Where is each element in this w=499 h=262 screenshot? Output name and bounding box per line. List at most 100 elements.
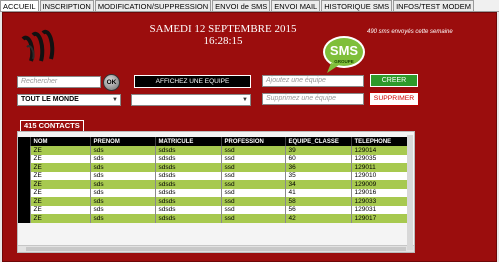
date-text: SAMEDI 12 SEPTEMBRE 2015 xyxy=(149,23,297,35)
table-cell: 56 xyxy=(285,205,352,214)
table-cell: 42 xyxy=(285,214,352,223)
table-header-row: NOM PRENOM MATRICULE PROFESSION EQUIPE_C… xyxy=(18,137,413,146)
row-selector[interactable] xyxy=(18,214,31,223)
table-row[interactable]: ZE sds sdsds ssd 60 129035 xyxy=(18,154,413,163)
row-selector-header xyxy=(18,137,31,146)
table-cell: sds xyxy=(90,180,156,189)
table-cell: 129033 xyxy=(351,197,413,206)
supprimer-button[interactable]: SUPPRIMER xyxy=(369,92,419,106)
search-input[interactable]: Rechercher xyxy=(17,76,101,88)
horizontal-scrollbar-thumb[interactable] xyxy=(26,247,406,251)
tab-infos-test-modem[interactable]: INFOS/TEST MODEM xyxy=(393,0,474,11)
row-selector[interactable] xyxy=(18,154,31,163)
table-row[interactable]: ZE sds sdsds ssd 41 129016 xyxy=(18,188,413,197)
tab-inscription[interactable]: INSCRIPTION xyxy=(39,0,94,11)
row-selector[interactable] xyxy=(18,146,31,155)
table-cell: 129035 xyxy=(351,154,413,163)
table-row[interactable]: ZE sds sdsds ssd 42 129017 xyxy=(18,214,413,223)
table-cell: sdsds xyxy=(155,205,222,214)
add-team-input[interactable]: Ajoutez une équipe xyxy=(262,75,364,87)
table-row[interactable]: ZE sds sdsds ssd 56 129031 xyxy=(18,205,413,214)
row-selector[interactable] xyxy=(18,180,31,189)
table-cell: ZE xyxy=(30,154,91,163)
table-cell: ssd xyxy=(221,154,286,163)
table-cell: ZE xyxy=(30,163,91,172)
sms-logo-text: SMS xyxy=(330,43,359,58)
table-cell: sds xyxy=(90,214,156,223)
row-selector[interactable] xyxy=(18,205,31,214)
table-row[interactable]: ZE sds sdsds ssd 34 129009 xyxy=(18,180,413,189)
row-selector[interactable] xyxy=(18,171,31,180)
sms-count-caption: 490 sms envoyés cette semaine xyxy=(367,29,453,35)
vertical-scrollbar[interactable] xyxy=(407,135,413,250)
chevron-down-icon: ▼ xyxy=(112,97,118,103)
table-cell: sdsds xyxy=(155,146,222,155)
contacts-table: NOM PRENOM MATRICULE PROFESSION EQUIPE_C… xyxy=(18,137,413,223)
column-header[interactable]: EQUIPE_CLASSE xyxy=(285,137,352,146)
table-cell: sdsds xyxy=(155,214,222,223)
table-row[interactable]: ZE sds sdsds ssd 36 129011 xyxy=(18,163,413,172)
column-header[interactable]: TELEPHONE xyxy=(351,137,413,146)
team-select[interactable]: ▼ xyxy=(131,94,251,106)
table-cell: sdsds xyxy=(155,171,222,180)
table-cell: sds xyxy=(90,197,156,206)
creer-button[interactable]: CREER xyxy=(370,74,418,87)
table-cell: 129016 xyxy=(351,188,413,197)
contacts-grid[interactable]: NOM PRENOM MATRICULE PROFESSION EQUIPE_C… xyxy=(17,131,415,253)
table-cell: sds xyxy=(90,188,156,197)
tab-modification-suppression[interactable]: MODIFICATION/SUPPRESSION xyxy=(94,0,212,11)
table-cell: 39 xyxy=(285,146,352,155)
table-cell: sds xyxy=(90,171,156,180)
table-cell: 129010 xyxy=(351,171,413,180)
table-cell: ZE xyxy=(30,205,91,214)
column-header[interactable]: MATRICULE xyxy=(155,137,222,146)
table-row[interactable]: ZE sds sdsds ssd 39 129014 xyxy=(18,146,413,155)
table-cell: 129031 xyxy=(351,205,413,214)
audience-select[interactable]: TOUT LE MONDE ▼ xyxy=(17,94,121,106)
tab-envoi-sms[interactable]: ENVOI de SMS xyxy=(212,0,271,11)
audience-select-value: TOUT LE MONDE xyxy=(21,96,79,103)
afficher-equipe-button[interactable]: AFFICHEZ UNE EQUIPE xyxy=(134,75,251,88)
table-cell: 129009 xyxy=(351,180,413,189)
table-cell: sdsds xyxy=(155,180,222,189)
table-cell: 58 xyxy=(285,197,352,206)
table-cell: 60 xyxy=(285,154,352,163)
table-cell: 36 xyxy=(285,163,352,172)
table-cell: 35 xyxy=(285,171,352,180)
table-cell: ssd xyxy=(221,188,286,197)
table-cell: 129017 xyxy=(351,214,413,223)
table-row[interactable]: ZE sds sdsds ssd 35 129010 xyxy=(18,171,413,180)
table-cell: ZE xyxy=(30,146,91,155)
tab-accueil[interactable]: ACCUEIL xyxy=(0,0,39,11)
delete-team-input[interactable]: Supprimez une équipe xyxy=(262,93,364,105)
table-cell: 129011 xyxy=(351,163,413,172)
table-cell: ssd xyxy=(221,180,286,189)
column-header[interactable]: PROFESSION xyxy=(221,137,286,146)
table-cell: ZE xyxy=(30,197,91,206)
table-cell: ZE xyxy=(30,188,91,197)
table-cell: sdsds xyxy=(155,154,222,163)
tab-historique-sms[interactable]: HISTORIQUE SMS xyxy=(321,0,393,11)
column-header[interactable]: PRENOM xyxy=(90,137,156,146)
table-cell: sds xyxy=(90,146,156,155)
table-cell: sdsds xyxy=(155,197,222,206)
table-cell: ZE xyxy=(30,180,91,189)
table-cell: ssd xyxy=(221,205,286,214)
ok-button[interactable]: OK xyxy=(103,74,120,91)
table-cell: 41 xyxy=(285,188,352,197)
table-row[interactable]: ZE sds sdsds ssd 58 129033 xyxy=(18,197,413,206)
row-selector[interactable] xyxy=(18,163,31,172)
row-selector[interactable] xyxy=(18,197,31,206)
date-time: SAMEDI 12 SEPTEMBRE 2015 16:28:15 xyxy=(113,23,333,47)
table-cell: ssd xyxy=(221,146,286,155)
column-header[interactable]: NOM xyxy=(30,137,91,146)
main-panel: SAMEDI 12 SEPTEMBRE 2015 16:28:15 SMS GR… xyxy=(2,12,497,262)
table-cell: ZE xyxy=(30,214,91,223)
tab-envoi-mail[interactable]: ENVOI MAIL xyxy=(271,0,321,11)
chevron-down-icon: ▼ xyxy=(242,97,248,103)
table-cell: ZE xyxy=(30,171,91,180)
horizontal-scrollbar[interactable] xyxy=(18,245,414,252)
tab-bar: ACCUEIL INSCRIPTION MODIFICATION/SUPPRES… xyxy=(0,0,499,12)
time-text: 16:28:15 xyxy=(203,35,243,47)
row-selector[interactable] xyxy=(18,188,31,197)
